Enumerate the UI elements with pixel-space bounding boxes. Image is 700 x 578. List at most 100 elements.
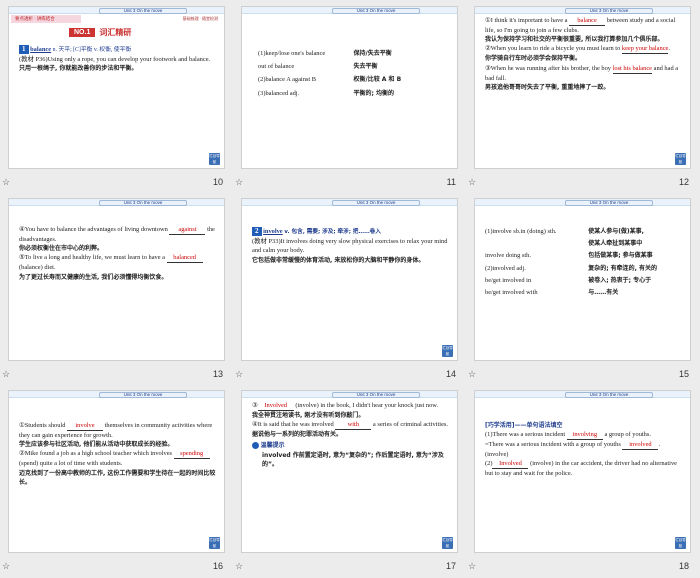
phrase-cn: 使某人参与(做)某事, (588, 228, 644, 235)
nav-button[interactable]: 栏目导航 (209, 537, 220, 549)
exercise-2: (2) Involved (involve) in the car acciden… (485, 459, 682, 478)
sentence-3: ③ Involved (involve) in the book, I didn'… (252, 402, 439, 411)
text: a series of criminal activities. (372, 421, 448, 429)
thumbnail-16[interactable]: Unit 3 On the move ①Students should invo… (0, 384, 233, 576)
phrase-cn: 被卷入; 热衷于; 专心于 (588, 276, 652, 284)
slide: Unit 3 On the move (1)keep/lose one's ba… (241, 6, 458, 169)
star-icon[interactable]: ☆ (2, 177, 10, 188)
exercise-1b: =There was a serious incident with a gro… (485, 440, 682, 459)
nav-button[interactable]: 栏目导航 (675, 153, 686, 165)
text: ⑤To live a long and healthy life, we mus… (19, 254, 166, 262)
sentence-4: ④It is said that he was involved with a … (252, 420, 449, 431)
slide-number: 17 (445, 561, 456, 571)
sentence-2: ②When you learn to ride a bicycle you mu… (485, 45, 670, 55)
translation: 迈克找到了一份高中教师的工作, 这份工作需要和学生待在一起的时间比较长。 (19, 469, 216, 486)
answer-blank: balance (569, 17, 606, 26)
translation: 我认为保持学习和社交的平衡很重要, 所以我打算参加几个俱乐部。 (485, 36, 664, 44)
answer-blank: against (169, 226, 206, 235)
slide: Unit 3 On the move 2 involve v. 包含, 需要; … (241, 198, 458, 361)
phrase: out of balance (258, 63, 295, 71)
slide-number: 18 (678, 561, 689, 571)
sentence-1: ①I think it's important to have a balanc… (485, 16, 682, 35)
heading-title: 词汇精研 (99, 28, 132, 37)
section-heading: NO.1 词汇精研 (69, 27, 131, 38)
star-icon[interactable]: ☆ (2, 561, 10, 572)
slide: Unit 3 On the move ④You have to balance … (8, 198, 225, 361)
star-icon[interactable]: ☆ (468, 369, 476, 380)
answer-blank: Involved (257, 402, 294, 411)
thumbnail-13[interactable]: Unit 3 On the move ④You have to balance … (0, 192, 233, 384)
slide: Unit 3 On the move (1)involve sb.in (doi… (474, 198, 691, 361)
header-bar: Unit 3 On the move (475, 199, 690, 206)
example: (教材 P33)It involves doing very slow phys… (252, 238, 448, 255)
phrase-cn: 与……有关 (588, 289, 619, 297)
slide-body: ①Students should involve themselves in c… (19, 421, 216, 487)
text: (spend) quite a lot of time with student… (19, 460, 123, 468)
sentence-2: ②Mike found a job as a high school teach… (19, 449, 216, 468)
word-pos: v. 包含, 需要; 涉及; 牵涉; 把……卷入 (284, 229, 381, 235)
thumbnail-17[interactable]: Unit 3 On the move ③ Involved (involve) i… (233, 384, 466, 576)
thumbnail-15[interactable]: Unit 3 On the move (1)involve sb.in (doi… (466, 192, 699, 384)
thumbnail-18[interactable]: Unit 3 On the move [巧学活用]——单句语法填空 (1)The… (466, 384, 699, 576)
slide-number: 11 (446, 177, 456, 187)
translation: 只用一根绳子, 你就能改善你的步法和平衡。 (19, 65, 138, 73)
exercise-1: (1)There was a serious incident involvin… (485, 430, 682, 441)
heading-number: NO.1 (69, 28, 96, 37)
star-icon[interactable]: ☆ (468, 561, 476, 572)
slide-body: 2 involve v. 包含, 需要; 涉及; 牵涉; 把……卷入 (教材 P… (252, 227, 449, 265)
star-icon[interactable]: ☆ (235, 177, 243, 188)
star-icon[interactable]: ☆ (468, 177, 476, 188)
phrase-cn: 包括做某事; 参与做某事 (588, 252, 653, 260)
unit-label: Unit 3 On the move (332, 392, 420, 398)
unit-label: Unit 3 On the move (565, 392, 653, 398)
header-bar: Unit 3 On the move (9, 7, 224, 14)
nav-button[interactable]: 栏目导航 (675, 537, 686, 549)
answer-blank: involving (566, 431, 603, 441)
thumbnail-12[interactable]: Unit 3 On the move ①I think it's importa… (466, 0, 699, 192)
phrase-cn: 保持/失去平衡 (353, 50, 392, 57)
text: (1)There was a serious incident (485, 431, 566, 439)
unit-label: Unit 3 On the move (565, 8, 653, 14)
unit-label: Unit 3 On the move (99, 8, 187, 14)
text: (2) (485, 460, 493, 468)
text: ③When he was running after his brother, … (485, 64, 611, 72)
translation: 你学骑自行车时必须学会保持平衡。 (485, 55, 582, 63)
phrase: (1)keep/lose one's balance (258, 50, 326, 57)
item-number-icon: 1 (19, 45, 29, 55)
item-number-icon: 2 (252, 227, 262, 237)
answer-blank: Involved (492, 460, 529, 470)
answer-blank: balanced (166, 254, 203, 264)
answer-blank: lost his balance (612, 64, 652, 74)
nav-button[interactable]: 栏目导航 (442, 537, 453, 549)
translation: 我全神贯注地读书, 刚才没有听到你敲门。 (252, 412, 365, 419)
header-bar: Unit 3 On the move (475, 7, 690, 14)
text: (involve) in the book, I didn't hear you… (295, 402, 439, 409)
phrase: (1)involve sb.in (doing) sth. (485, 228, 557, 235)
section-tag: 要点透析 · 讲练结合 (11, 15, 81, 23)
slide-body: ④You have to balance the advantages of l… (19, 225, 216, 282)
phrase: (3)balanced adj. (258, 89, 300, 97)
answer-blank: with (335, 421, 372, 431)
phrase-table: (1)involve sb.in (doing) sth. 使某人参与(做)某事,… (485, 227, 682, 297)
star-icon[interactable]: ☆ (2, 369, 10, 380)
thumbnail-10[interactable]: Unit 3 On the move 要点透析 · 讲练结合 基础梳理 · 随堂… (0, 0, 233, 192)
tip-icon (252, 442, 259, 450)
star-icon[interactable]: ☆ (235, 561, 243, 572)
header-bar: Unit 3 On the move (242, 7, 457, 14)
sentence-1: ①Students should involve themselves in c… (19, 421, 216, 440)
answer-blank: keep your balance (621, 45, 669, 55)
text: (balance) diet. (19, 264, 56, 272)
thumbnail-14[interactable]: Unit 3 On the move 2 involve v. 包含, 需要; … (233, 192, 466, 384)
unit-label: Unit 3 On the move (99, 392, 187, 398)
phrase: be/get involved in (485, 276, 532, 284)
header-bar: Unit 3 On the move (242, 199, 457, 206)
translation: 男孩追他哥哥时失去了平衡, 重重地摔了一跤。 (485, 83, 610, 91)
star-icon[interactable]: ☆ (235, 369, 243, 380)
thumbnail-11[interactable]: Unit 3 On the move (1)keep/lose one's ba… (233, 0, 466, 192)
phrase: involve doing sth. (485, 252, 531, 260)
slide-body: 1 balance n. 天平; [C]平衡 v. 权衡, 使平衡 (教材 P3… (19, 45, 216, 74)
nav-button[interactable]: 栏目导航 (442, 345, 453, 357)
slide-number: 10 (212, 177, 223, 187)
phrase-cn: 失去平衡 (353, 63, 378, 71)
nav-button[interactable]: 栏目导航 (209, 153, 220, 165)
